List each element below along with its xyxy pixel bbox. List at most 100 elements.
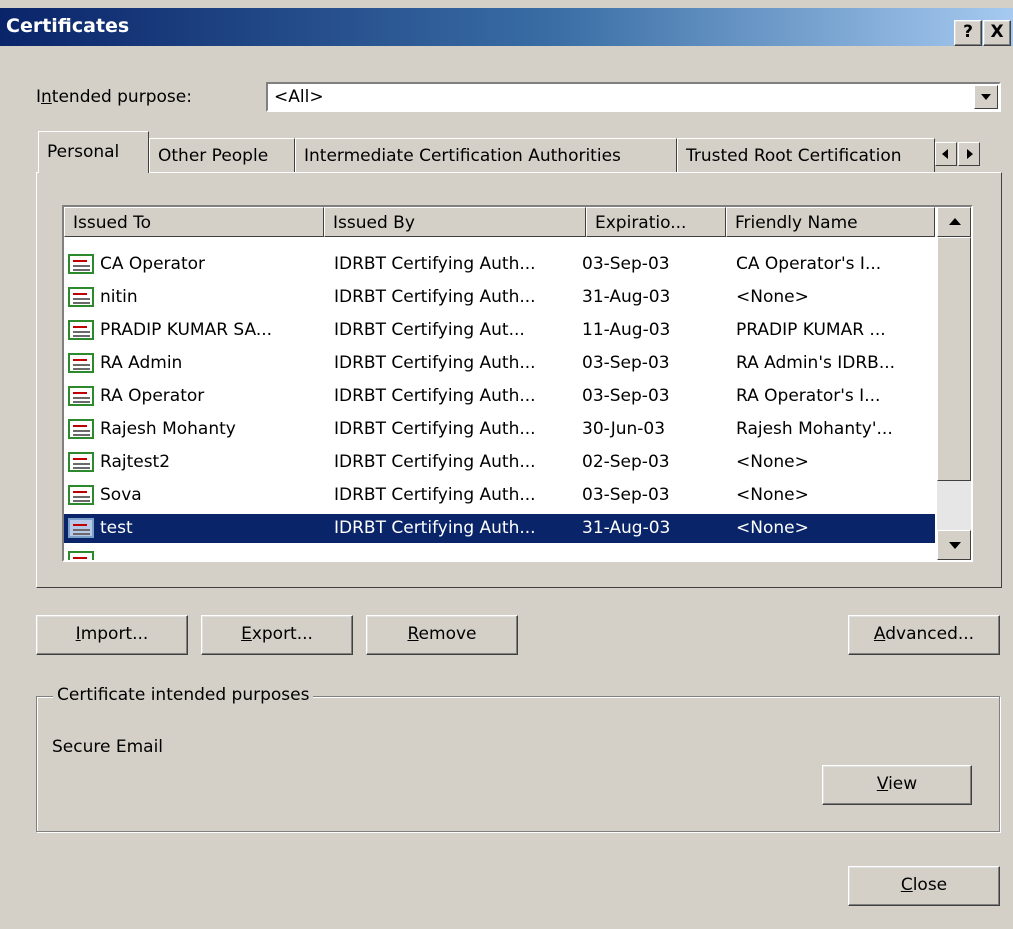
chevron-down-icon: [949, 542, 961, 549]
chevron-right-icon: [967, 149, 973, 159]
intended-purpose-select[interactable]: <All>: [266, 82, 1001, 112]
cell-issued-by: IDRBT Certifying Auth...: [334, 353, 536, 373]
cell-issued-to: Rajesh Mohanty: [100, 419, 236, 439]
list-vertical-scrollbar[interactable]: [937, 207, 971, 560]
cell-issued-to: CA Operator: [100, 254, 205, 274]
button-label: emove: [418, 624, 477, 644]
window-title: Certificates: [6, 15, 130, 37]
help-button[interactable]: ?: [954, 20, 982, 46]
table-row[interactable]: PRADIP KUMAR SA... IDRBT Certifying Aut.…: [64, 316, 935, 345]
cell-expiration: 31-Aug-03: [582, 287, 671, 307]
table-row-selected[interactable]: test IDRBT Certifying Auth... 31-Aug-03 …: [64, 514, 935, 543]
column-issued-to[interactable]: Issued To: [64, 207, 324, 237]
cell-issued-by: IDRBT Certifying Auth...: [334, 518, 536, 538]
remove-button[interactable]: Remove: [366, 615, 518, 655]
cell-friendly-name: Rajesh Mohanty'...: [736, 419, 893, 439]
cell-expiration: 31-Aug-03: [582, 518, 671, 538]
intended-purpose-label: Intended purpose:: [36, 87, 192, 107]
certificate-icon: [68, 287, 94, 307]
tab-intermediate-ca[interactable]: Intermediate Certification Authorities: [295, 138, 677, 172]
table-row[interactable]: RA Admin IDRBT Certifying Auth... 03-Sep…: [64, 349, 935, 378]
chevron-down-icon: [981, 94, 991, 100]
scroll-up-button[interactable]: [937, 207, 971, 237]
intended-purpose-value: <All>: [274, 87, 324, 107]
accel-key: E: [241, 624, 252, 644]
certificate-icon: [68, 551, 94, 560]
cell-issued-to: Sova: [100, 485, 142, 505]
cell-issued-by: IDRBT Certifying Auth...: [334, 485, 536, 505]
intended-purposes-group: [36, 696, 1000, 832]
scroll-down-button[interactable]: [937, 530, 971, 560]
button-label: xport...: [251, 624, 313, 644]
cell-friendly-name: RA Operator's I...: [736, 386, 881, 406]
button-label: dvanced...: [885, 624, 975, 644]
certificate-icon: [68, 353, 94, 373]
table-row[interactable]: RA Operator IDRBT Certifying Auth... 03-…: [64, 382, 935, 411]
export-button[interactable]: Export...: [201, 615, 353, 655]
import-button[interactable]: Import...: [36, 615, 188, 655]
table-row[interactable]: nitin IDRBT Certifying Auth... 31-Aug-03…: [64, 283, 935, 312]
table-row[interactable]: CA Operator IDRBT Certifying Auth... 03-…: [64, 250, 935, 279]
cell-issued-to: RA Admin: [100, 353, 183, 373]
column-expiration[interactable]: Expiratio...: [586, 207, 726, 237]
tab-trusted-root[interactable]: Trusted Root Certification: [677, 138, 935, 172]
cell-issued-by: IDRBT Certifying Aut...: [334, 320, 525, 340]
accel-key: R: [407, 624, 419, 644]
table-row[interactable]: Rajesh Mohanty IDRBT Certifying Auth... …: [64, 415, 935, 444]
cell-issued-to: Rajtest2: [100, 452, 171, 472]
chevron-left-icon: [942, 149, 948, 159]
view-button[interactable]: View: [822, 765, 972, 805]
advanced-button[interactable]: Advanced...: [848, 615, 1000, 655]
cell-issued-by: IDRBT Certifying Auth...: [334, 419, 536, 439]
accel-key: C: [900, 875, 913, 895]
certificate-icon: [68, 485, 94, 505]
button-label: lose: [912, 875, 948, 895]
group-title: Certificate intended purposes: [53, 685, 314, 705]
cell-issued-by: IDRBT Certifying Auth...: [334, 452, 536, 472]
table-row-partial[interactable]: [64, 547, 935, 560]
certificate-list[interactable]: Issued To Issued By Expiratio... Friendl…: [62, 205, 973, 562]
cell-issued-to: PRADIP KUMAR SA...: [100, 320, 273, 340]
cell-expiration: 11-Aug-03: [582, 320, 671, 340]
tab-other-people[interactable]: Other People: [149, 138, 295, 172]
close-button[interactable]: Close: [848, 866, 1000, 906]
certificate-icon: [68, 518, 94, 538]
cell-friendly-name: <None>: [736, 287, 809, 307]
cell-friendly-name: <None>: [736, 518, 809, 538]
label-accel: n: [41, 87, 52, 107]
cell-expiration: 02-Sep-03: [582, 452, 670, 472]
certificate-icon: [68, 419, 94, 439]
purposes-text: Secure Email: [52, 737, 164, 757]
certificate-icon: [68, 386, 94, 406]
cell-expiration: 03-Sep-03: [582, 386, 670, 406]
scroll-thumb[interactable]: [937, 237, 971, 481]
tab-scroll-right-button[interactable]: [958, 142, 980, 166]
button-label: mport...: [80, 624, 149, 644]
title-bar: Certificates ? X: [0, 8, 1013, 46]
cell-friendly-name: PRADIP KUMAR ...: [736, 320, 886, 340]
cell-expiration: 30-Jun-03: [582, 419, 666, 439]
table-row[interactable]: Rajtest2 IDRBT Certifying Auth... 02-Sep…: [64, 448, 935, 477]
chevron-up-icon: [949, 218, 961, 225]
tab-scroll-left-button[interactable]: [935, 142, 957, 166]
close-title-button[interactable]: X: [983, 20, 1011, 46]
cell-friendly-name: <None>: [736, 452, 809, 472]
column-issued-by[interactable]: Issued By: [324, 207, 586, 237]
column-friendly-name[interactable]: Friendly Name: [726, 207, 935, 237]
tab-personal[interactable]: Personal: [38, 131, 149, 173]
cell-issued-to: RA Operator: [100, 386, 205, 406]
cell-friendly-name: CA Operator's I...: [736, 254, 882, 274]
cell-issued-by: IDRBT Certifying Auth...: [334, 254, 536, 274]
cell-issued-to: test: [100, 518, 133, 538]
dropdown-arrow-button[interactable]: [974, 85, 998, 109]
table-row[interactable]: Sova IDRBT Certifying Auth... 03-Sep-03 …: [64, 481, 935, 510]
cell-expiration: 03-Sep-03: [582, 485, 670, 505]
cell-expiration: 03-Sep-03: [582, 353, 670, 373]
certificate-icon: [68, 452, 94, 472]
button-label: iew: [888, 774, 918, 794]
cell-friendly-name: RA Admin's IDRB...: [736, 353, 896, 373]
accel-key: A: [873, 624, 886, 644]
cell-issued-to: nitin: [100, 287, 138, 307]
label-part: tended purpose:: [51, 87, 192, 107]
certificates-dialog: Certificates ? X Intended purpose: <All>…: [0, 0, 1013, 929]
